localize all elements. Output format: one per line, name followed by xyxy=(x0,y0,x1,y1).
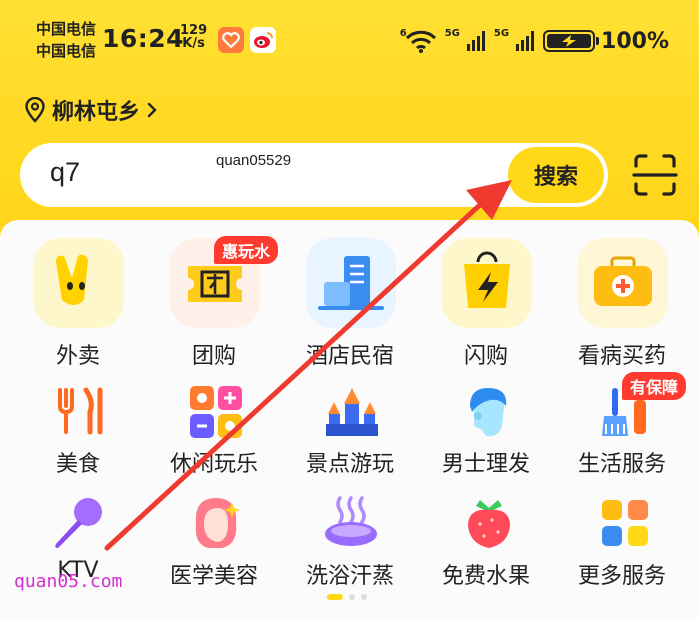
signal-1-label: 5G xyxy=(444,27,460,39)
location-label: 柳林屯乡 xyxy=(52,100,141,125)
wifi-label: 6 xyxy=(399,27,407,39)
grid-label: 看病买药 xyxy=(577,344,666,369)
badge-life-service: 有保障 xyxy=(622,372,687,400)
hotel-icon xyxy=(306,238,396,328)
watermark-text: quan05529 xyxy=(216,152,292,169)
page-indicator xyxy=(327,594,367,600)
grid-item-attraction[interactable]: 景点游玩 xyxy=(282,386,418,486)
bath-icon xyxy=(325,496,377,546)
grid-item-leisure[interactable]: 休闲玩乐 xyxy=(146,386,282,486)
weibo-icon xyxy=(250,27,276,53)
chevron-right-icon xyxy=(147,102,157,118)
medical-beauty-icon xyxy=(195,498,240,548)
battery-icon xyxy=(543,30,600,52)
signal-bars-2-icon xyxy=(516,31,535,51)
badge-group-buy: 惠玩水 xyxy=(214,236,279,264)
grid-item-life-service[interactable]: 生活服务 xyxy=(554,386,690,486)
scan-icon[interactable] xyxy=(630,150,680,200)
grid-label: 生活服务 xyxy=(577,452,666,477)
charging-bolt-icon xyxy=(562,35,577,47)
watermark-url: quan05.com xyxy=(14,571,123,592)
network-speed-unit: K/s xyxy=(182,36,205,51)
carrier-names: 中国电信 中国电信 xyxy=(36,18,96,62)
page-dot xyxy=(361,594,367,600)
food-icon xyxy=(58,387,103,435)
signal-2-label: 5G xyxy=(493,27,510,39)
grid-item-more-services[interactable]: 更多服务 xyxy=(554,494,690,594)
grid-item-food[interactable]: 美食 xyxy=(10,386,146,486)
location-pin-icon xyxy=(25,97,45,123)
grid-item-free-fruit[interactable]: 免费水果 xyxy=(418,494,554,594)
status-bar: 中国电信 中国电信 16:24 129 K/s 6 5G 5G 100% xyxy=(0,0,699,80)
search-input-value[interactable]: q7 xyxy=(50,157,80,188)
more-services-icon xyxy=(602,500,648,546)
free-fruit-icon xyxy=(468,500,510,548)
leisure-icon xyxy=(190,386,242,438)
medicine-icon xyxy=(578,238,668,328)
takeout-icon xyxy=(34,238,124,328)
ktv-icon xyxy=(55,498,102,548)
page-dot-active xyxy=(327,594,343,600)
search-button[interactable]: 搜索 xyxy=(508,147,604,203)
signal-bars-1-icon xyxy=(466,31,485,51)
carrier-1: 中国电信 xyxy=(36,20,97,38)
grid-item-hotel[interactable]: 酒店民宿 xyxy=(282,238,418,369)
grid-item-flash-buy[interactable]: 闪购 xyxy=(418,238,554,369)
grid-item-bath[interactable]: 洗浴汗蒸 xyxy=(282,494,418,594)
attraction-icon xyxy=(326,388,378,436)
network-speed: 129 K/s xyxy=(180,24,207,50)
search-input[interactable]: q7 搜索 xyxy=(20,143,608,207)
page-dot xyxy=(349,594,355,600)
health-app-icon xyxy=(218,27,244,53)
grid-item-barber[interactable]: 男士理发 xyxy=(418,386,554,486)
grid-item-medicine[interactable]: 看病买药 xyxy=(554,238,690,369)
flash-buy-icon xyxy=(442,238,532,328)
wifi-icon xyxy=(405,30,436,53)
status-indicators: 6 5G 5G 100% xyxy=(400,26,669,56)
barber-icon xyxy=(470,388,507,437)
grid-item-medical-beauty[interactable]: 医学美容 xyxy=(146,494,282,594)
grid-item-takeout[interactable]: 外卖 xyxy=(10,238,146,369)
battery-percent: 100% xyxy=(601,28,669,54)
grid-label: 更多服务 xyxy=(577,564,666,589)
carrier-2: 中国电信 xyxy=(36,42,97,60)
clock: 16:24 xyxy=(102,24,185,53)
location-selector[interactable]: 柳林屯乡 xyxy=(24,94,158,126)
